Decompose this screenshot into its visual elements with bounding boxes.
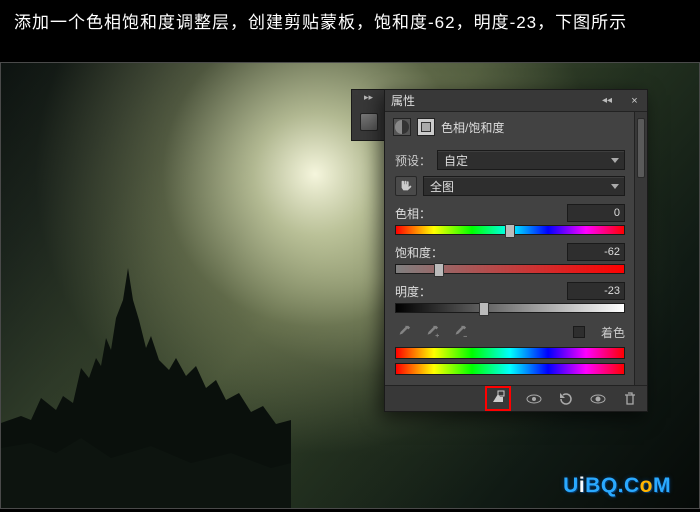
panel-title: 属性 — [391, 92, 415, 109]
reset-button[interactable] — [557, 391, 575, 407]
adjustment-name: 色相/饱和度 — [441, 119, 504, 136]
hue-track[interactable] — [395, 225, 625, 235]
panel-header: 属性 ◂◂ × — [385, 90, 647, 112]
eyedropper-add-icon[interactable] — [423, 323, 441, 341]
delete-button[interactable] — [621, 391, 639, 407]
panel-collapse-icon[interactable]: ◂◂ — [602, 95, 612, 106]
preset-label: 预设： — [395, 152, 431, 169]
scrubby-hand-icon[interactable] — [395, 176, 417, 196]
adjustment-type-row: 色相/饱和度 — [385, 112, 647, 140]
hue-value-input[interactable] — [567, 204, 625, 222]
scrollbar-thumb[interactable] — [637, 118, 645, 178]
toggle-visibility-button[interactable] — [589, 391, 607, 407]
mask-icon[interactable] — [417, 118, 435, 136]
view-previous-state-button[interactable] — [525, 391, 543, 407]
eyedropper-icon[interactable] — [395, 323, 413, 341]
eyedropper-row: 着色 — [395, 323, 625, 341]
lightness-label: 明度： — [395, 283, 431, 300]
colorize-label: 着色 — [601, 324, 625, 341]
castle-silhouette — [1, 248, 291, 508]
lightness-thumb[interactable] — [479, 302, 489, 316]
saturation-value-input[interactable] — [567, 243, 625, 261]
hue-spectrum-top — [395, 347, 625, 359]
channel-value: 全图 — [430, 178, 454, 195]
panel-scrollbar[interactable] — [634, 112, 647, 385]
dock-tab[interactable]: ▸▸ — [351, 89, 385, 141]
colorize-checkbox[interactable] — [573, 326, 585, 338]
hue-thumb[interactable] — [505, 224, 515, 238]
preset-row: 预设： 自定 — [395, 150, 625, 170]
preset-value: 自定 — [444, 152, 468, 169]
saturation-slider-row: 饱和度： — [395, 243, 625, 274]
clip-to-layer-button[interactable] — [489, 389, 507, 405]
lightness-slider-row: 明度： — [395, 282, 625, 313]
collapse-arrows-icon[interactable]: ▸▸ — [352, 90, 385, 107]
hue-slider-row: 色相： — [395, 204, 625, 235]
channel-row: 全图 — [395, 176, 625, 196]
preset-select[interactable]: 自定 — [437, 150, 625, 170]
watermark: UiBQ.CoM — [563, 474, 671, 498]
saturation-thumb[interactable] — [434, 263, 444, 277]
lightness-track[interactable] — [395, 303, 625, 313]
panel-body: 预设： 自定 全图 色相： 饱和度： — [385, 140, 647, 385]
instruction-caption: 添加一个色相饱和度调整层，创建剪贴蒙板，饱和度-62，明度-23，下图所示 — [14, 8, 690, 33]
adjustment-icon[interactable] — [393, 118, 411, 136]
clip-to-layer-highlight — [485, 386, 511, 411]
panel-dock-icon[interactable] — [360, 113, 378, 131]
eyedropper-subtract-icon[interactable] — [451, 323, 469, 341]
panel-footer — [385, 385, 647, 411]
hue-spectrum-bottom — [395, 363, 625, 375]
properties-panel: 属性 ◂◂ × 色相/饱和度 预设： 自定 全图 — [384, 89, 648, 412]
saturation-track[interactable] — [395, 264, 625, 274]
close-icon[interactable]: × — [628, 94, 641, 107]
channel-select[interactable]: 全图 — [423, 176, 625, 196]
saturation-label: 饱和度： — [395, 244, 443, 261]
hue-label: 色相： — [395, 205, 431, 222]
lightness-value-input[interactable] — [567, 282, 625, 300]
